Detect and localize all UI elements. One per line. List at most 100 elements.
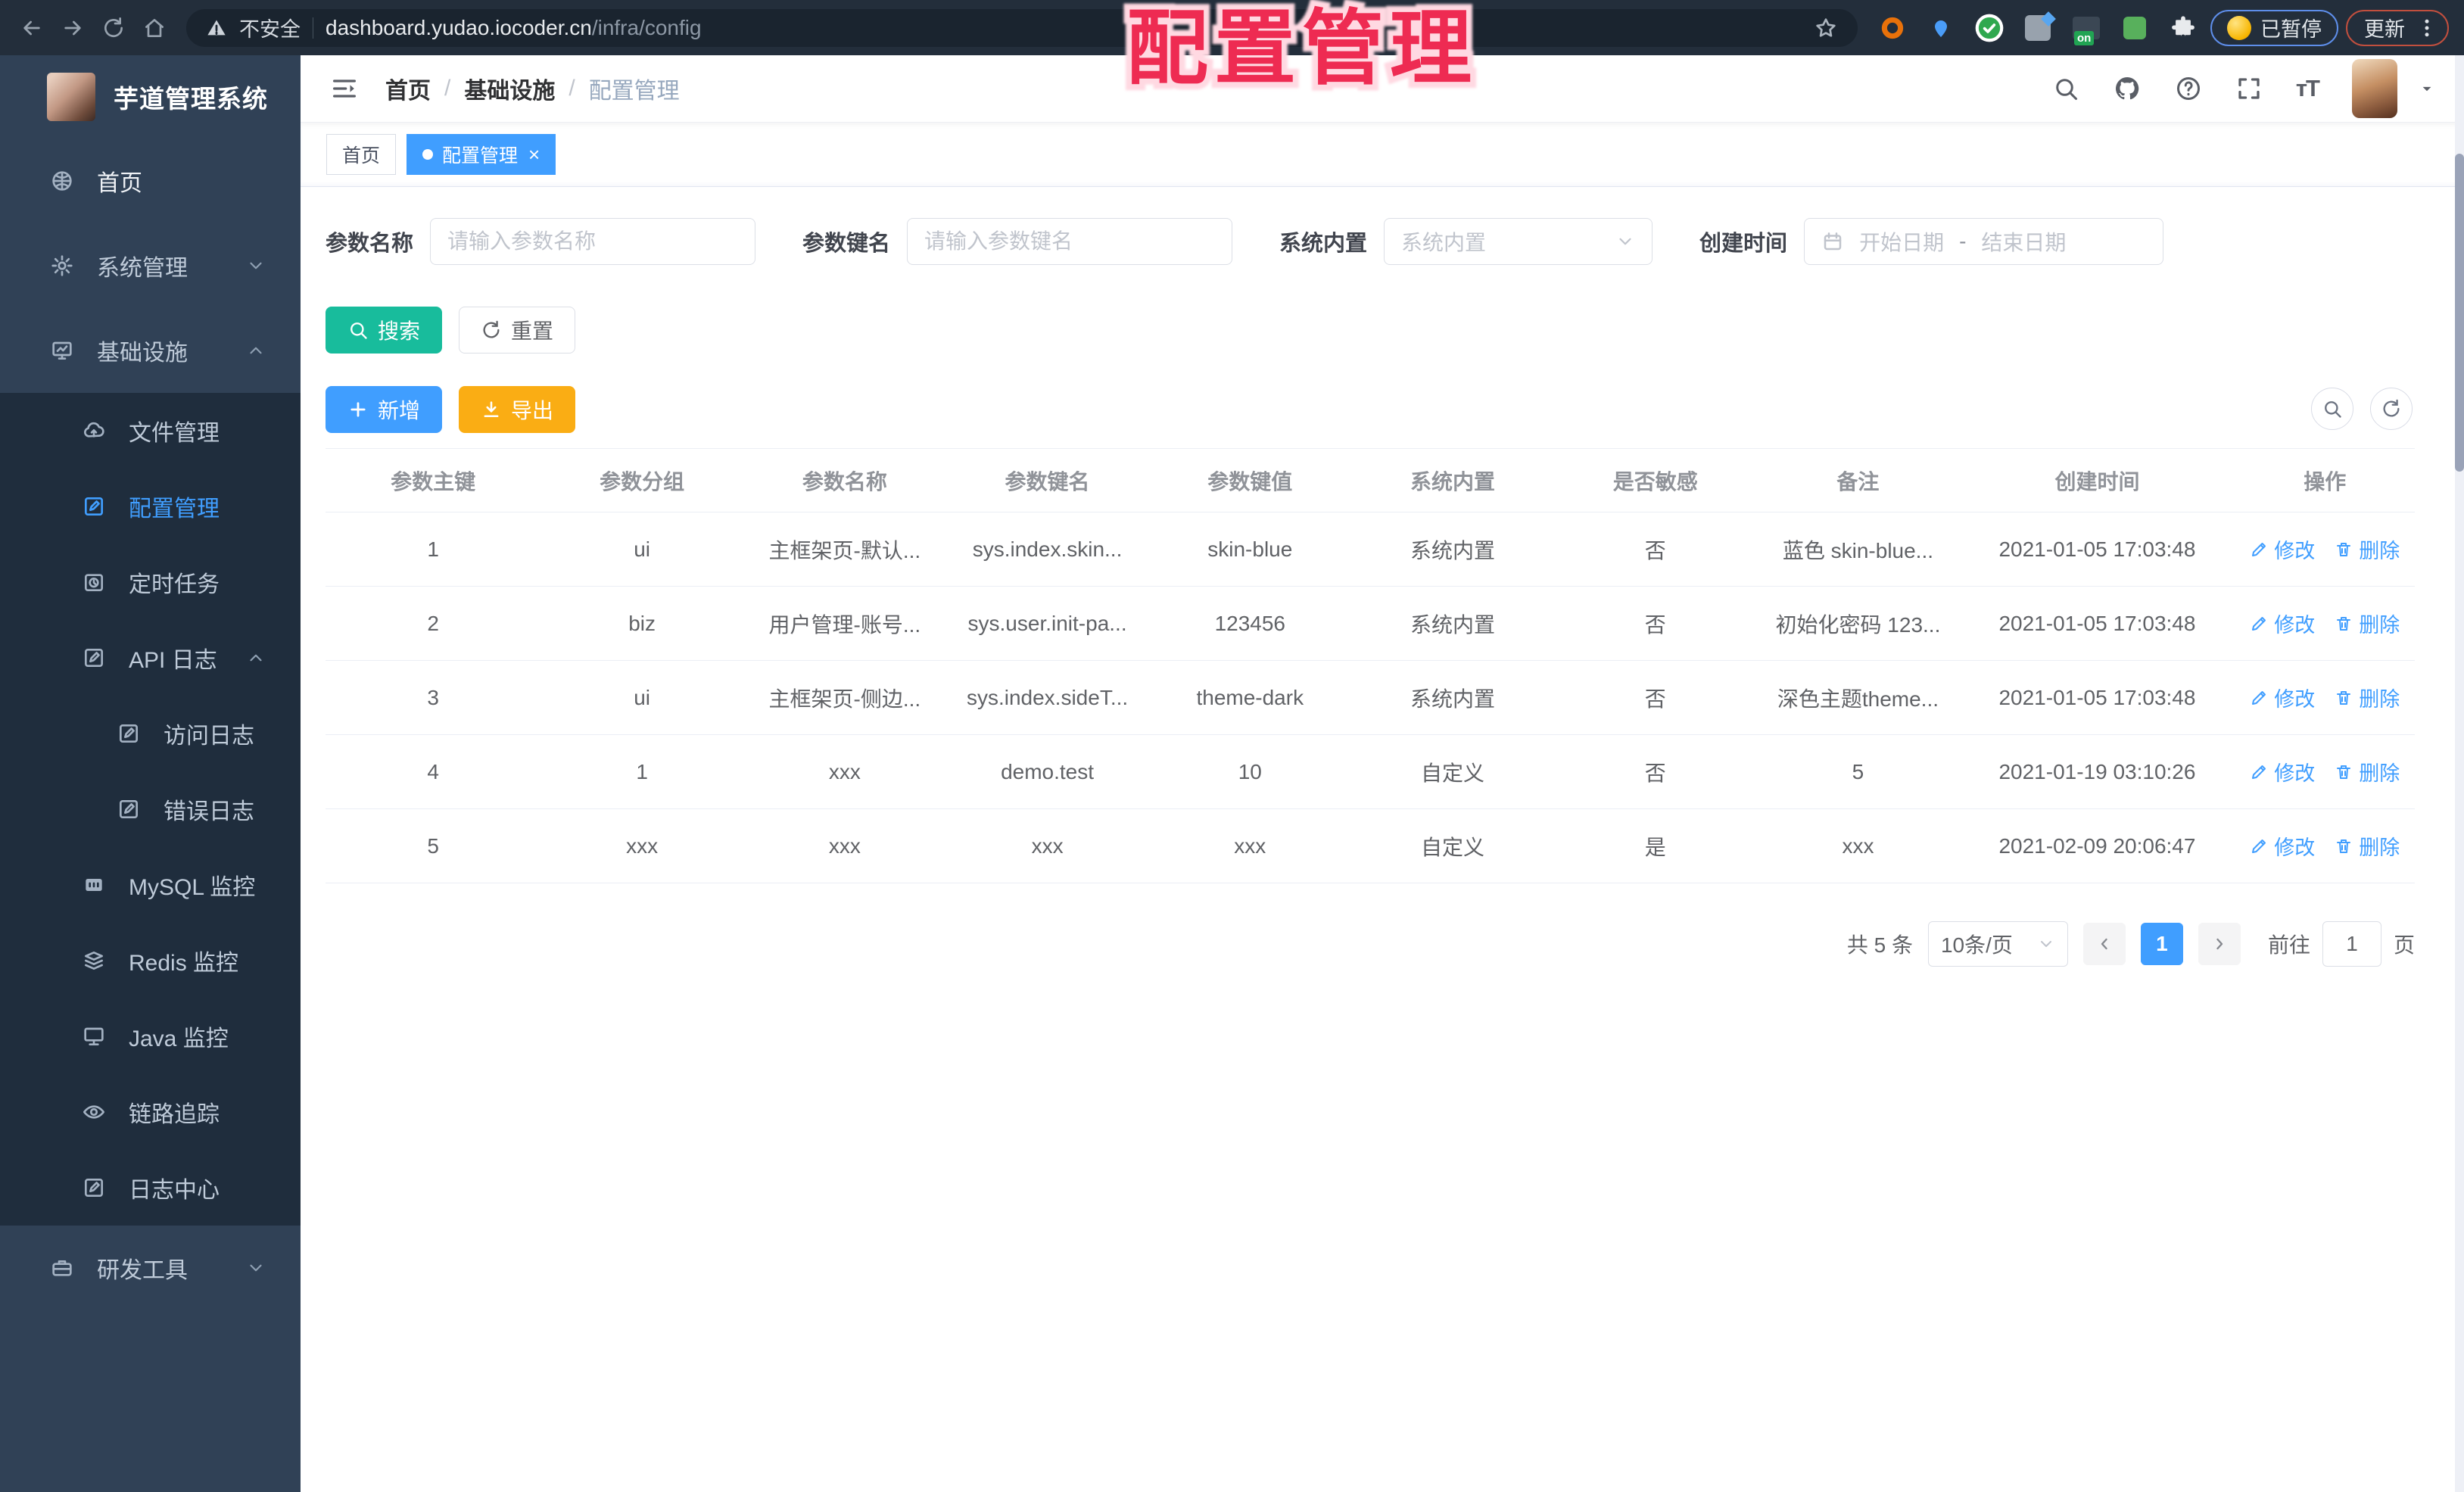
window-scrollbar[interactable] [2455,55,2464,1492]
sidebar-item-tracer[interactable]: 链路追踪 [0,1074,301,1150]
goto-page-input[interactable] [2322,921,2381,967]
sidebar-item-access-log[interactable]: 访问日志 [0,696,301,771]
table-row: 4 1 xxx demo.test 10 自定义否 5 2021-01-19 03:10:26… [326,734,2415,809]
edit-link[interactable]: 修改 [2250,831,2315,861]
github-icon[interactable] [2113,74,2142,103]
column-header: 参数分组 [540,448,743,512]
sidebar-item-log-center[interactable]: 日志中心 [0,1150,301,1226]
url-text[interactable]: dashboard.yudao.iocoder.cn/infra/config [326,16,702,40]
browser-reload-icon[interactable] [97,11,130,45]
ext-green-tool-icon[interactable] [2120,13,2150,43]
search-button[interactable]: 搜索 [326,307,443,354]
column-header: 参数键名 [945,448,1149,512]
table-cell: 否 [1553,512,1757,587]
browser-back-icon[interactable] [15,11,48,45]
sidebar-item-home[interactable]: 首页 [0,139,301,223]
sidebar-logo-row[interactable]: 芋道管理系统 [0,55,301,139]
header-actions: ᴛT [2052,59,2437,118]
column-header: 参数键值 [1148,448,1352,512]
edit-link[interactable]: 修改 [2250,609,2315,638]
help-icon[interactable] [2175,75,2202,102]
breadcrumb-item[interactable]: 首页 [385,72,431,105]
next-page-button[interactable] [2198,923,2241,965]
sidebar-item-job[interactable]: 定时任务 [0,544,301,620]
sidebar-item-label: 日志中心 [129,1178,220,1203]
tab-active-1[interactable]: 配置管理 × [407,134,556,175]
top-navbar: 首页 / 基础设施 / 配置管理 ᴛT [301,55,2464,123]
sidebar-item-system[interactable]: 系统管理 [0,223,301,308]
sidebar-item-file[interactable]: 文件管理 [0,393,301,469]
sidebar-item-infra[interactable]: 基础设施 [0,308,301,393]
redis-icon [79,948,109,973]
page-size-select[interactable]: 10条/页 [1927,921,2068,967]
bookmark-star-icon[interactable] [1814,16,1838,40]
address-bar[interactable]: 不安全 dashboard.yudao.iocoder.cn/infra/con… [186,8,1858,47]
chevron-down-icon[interactable] [2417,79,2437,98]
table-cell: 1 [540,734,743,809]
ext-blue-pin-icon[interactable] [1926,13,1956,43]
fullscreen-icon[interactable] [2235,75,2263,102]
timer-icon [79,570,109,594]
search-icon[interactable] [2052,75,2079,102]
delete-link[interactable]: 删除 [2335,534,2400,564]
ext-green-check-icon[interactable] [1974,13,2005,43]
ext-gray-box-icon[interactable] [2023,11,2056,43]
sidebar-item-dev-tools[interactable]: 研发工具 [0,1226,301,1310]
scrollbar-thumb[interactable] [2455,154,2464,472]
toggle-search-button[interactable] [2311,388,2353,430]
refresh-button[interactable] [2370,388,2413,430]
ext-orange-ring-icon[interactable] [1877,13,1908,43]
profile-paused-badge[interactable]: 已暂停 [2210,9,2338,46]
tab-label: 配置管理 [442,145,519,167]
browser-forward-icon[interactable] [56,11,89,45]
browser-home-icon[interactable] [138,11,171,45]
delete-link[interactable]: 删除 [2335,609,2400,638]
tags-view-bar: 首页 配置管理 × [301,123,2464,187]
delete-link[interactable]: 删除 [2335,683,2400,712]
prev-page-button[interactable] [2082,923,2126,965]
delete-link[interactable]: 删除 [2335,831,2400,861]
table-cell: xxx [1148,808,1352,883]
sidebar-item-label: Redis 监控 [129,951,239,976]
sidebar-item-mysql[interactable]: MySQL 监控 [0,847,301,923]
builtin-select[interactable]: 系统内置 [1384,218,1653,265]
ext-on-badge-icon[interactable]: on [2071,13,2101,45]
browser-update-button[interactable]: 更新 [2346,9,2449,46]
sidebar-item-redis[interactable]: Redis 监控 [0,923,301,998]
log-icon [114,721,144,746]
edit-link[interactable]: 修改 [2250,683,2315,712]
table-cell: 系统内置 [1351,660,1554,735]
breadcrumb-separator: / [568,76,575,101]
edit-link[interactable]: 修改 [2250,757,2315,786]
param-name-input[interactable] [447,229,739,254]
security-label[interactable]: 不安全 [239,13,301,42]
avatar[interactable] [2352,59,2397,118]
table-cell: 否 [1553,660,1757,735]
extensions-puzzle-icon[interactable] [2168,13,2198,43]
reset-button[interactable]: 重置 [459,307,576,354]
edit-link[interactable]: 修改 [2250,534,2315,564]
chevron-up-icon [246,341,266,360]
export-button[interactable]: 导出 [459,386,576,433]
add-button[interactable]: 新增 [326,386,443,433]
tab-close-icon[interactable]: × [528,145,540,164]
kebab-menu-icon[interactable] [2416,17,2438,39]
param-key-input[interactable] [924,229,1216,254]
sidebar-item-config[interactable]: 配置管理 [0,469,301,544]
tab-0[interactable]: 首页 [326,134,397,175]
tab-label: 首页 [342,145,381,167]
sidebar-item-java[interactable]: Java 监控 [0,998,301,1074]
page-number-button[interactable]: 1 [2140,923,2183,965]
font-size-icon[interactable]: ᴛT [2296,75,2320,102]
table-row: 3 ui 主框架页-侧边... sys.index.sideT... theme-dar… [326,660,2415,735]
table-cell: 是 [1553,808,1757,883]
date-start-placeholder: 开始日期 [1859,231,1945,254]
delete-link[interactable]: 删除 [2335,757,2400,786]
date-range-picker[interactable]: 开始日期 - 结束日期 [1804,218,2164,265]
dashboard-icon [47,169,77,193]
breadcrumb-item[interactable]: 基础设施 [464,72,555,105]
sidebar-collapse-button[interactable] [328,72,361,105]
eye-icon [79,1100,109,1124]
sidebar-item-api-log[interactable]: API 日志 [0,620,301,696]
sidebar-item-error-log[interactable]: 错误日志 [0,771,301,847]
